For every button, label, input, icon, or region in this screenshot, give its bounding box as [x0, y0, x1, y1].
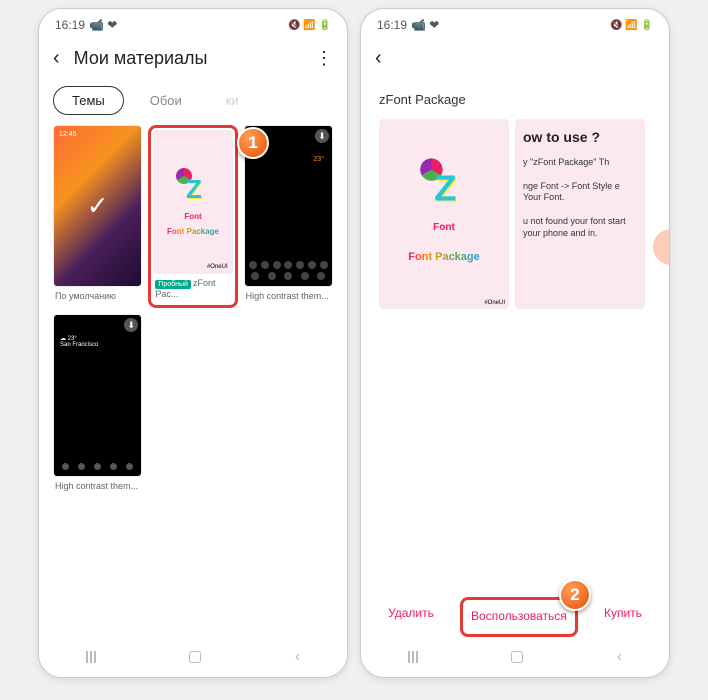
check-icon: ✓ [87, 191, 109, 222]
menu-icon[interactable]: ⋮ [315, 48, 333, 69]
tabs: Темы Обои ки [39, 82, 347, 125]
nav-back-icon[interactable]: ‹ [295, 648, 300, 666]
nav-home-icon[interactable] [511, 651, 523, 663]
tab-wallpapers[interactable]: Обои [132, 87, 200, 114]
status-right-icons: 🔇 📶 🔋 [610, 20, 653, 31]
use-button[interactable]: Воспользоваться [460, 597, 578, 637]
nav-bar: ‹ [361, 643, 669, 671]
status-right-icons: 🔇 📶 🔋 [288, 20, 331, 31]
bottom-actions: Удалить Воспользоваться Купить [361, 597, 669, 637]
tab-themes[interactable]: Темы [53, 86, 124, 115]
back-icon[interactable]: ‹ [375, 47, 382, 70]
callout-1: 1 [237, 127, 269, 159]
status-time: 16:19 [55, 18, 85, 32]
download-icon[interactable]: ⬇ [315, 129, 329, 143]
card1-t1: Font [433, 222, 455, 233]
status-time: 16:19 [377, 18, 407, 32]
status-app-icons: 📹 ❤ [411, 18, 439, 32]
trial-badge: Пробный [155, 280, 191, 289]
status-app-icons: 📹 ❤ [89, 18, 117, 32]
theme-label: ПробныйzFont Pac... [153, 274, 232, 303]
zfont-brand: #OneUI [207, 264, 228, 270]
detail-title: zFont Package [361, 82, 669, 111]
zfont-logo-icon [174, 168, 212, 206]
zfont-t2: Font Package [167, 227, 219, 236]
detail-previews[interactable]: Font Font Package #OneUI ow to use ? y "… [361, 111, 669, 309]
theme-zfont-highlighted[interactable]: Font Font Package #OneUI ПробныйzFont Pa… [148, 125, 237, 308]
nav-home-icon[interactable] [189, 651, 201, 663]
theme-label: По умолчанию [53, 287, 142, 305]
buy-button[interactable]: Купить [596, 597, 650, 637]
nav-back-icon[interactable]: ‹ [617, 648, 622, 666]
page-title: Мои материалы [74, 48, 301, 69]
howto-line: u not found your font start your phone a… [523, 216, 637, 239]
tab-icons[interactable]: ки [208, 87, 257, 114]
card1-t2: Font Package [408, 251, 480, 263]
preview-card-1: Font Font Package #OneUI [379, 119, 509, 309]
howto-line: y "zFont Package" Th [523, 157, 609, 169]
callout-2: 2 [559, 579, 591, 611]
download-icon[interactable]: ⬇ [124, 318, 138, 332]
theme-label: High contrast them... [244, 287, 333, 305]
nav-recent-icon[interactable] [408, 651, 418, 663]
zfont-logo-icon [417, 158, 470, 211]
nav-bar: ‹ [39, 643, 347, 671]
theme-label: High contrast them... [53, 477, 142, 495]
themes-grid: 12:45 ✓ По умолчанию Font Font Package #… [39, 125, 347, 495]
header: ‹ Мои материалы ⋮ [39, 35, 347, 82]
preview-card-2: ow to use ? y "zFont Package" Th nge Fon… [515, 119, 645, 309]
phone-left: 1 16:19 📹 ❤ 🔇 📶 🔋 ‹ Мои материалы ⋮ Темы… [38, 8, 348, 678]
theme-highcontrast-2[interactable]: ⬇ ☁ 23°San Francisco High contrast them.… [53, 314, 142, 494]
delete-button[interactable]: Удалить [380, 597, 442, 637]
howto-line: nge Font -> Font Style e Your Font. [523, 181, 637, 204]
howto-title: ow to use ? [523, 129, 600, 145]
phone-right: 2 16:19 📹 ❤ 🔇 📶 🔋 ‹ zFont Package Font F… [360, 8, 670, 678]
card1-brand: #OneUI [484, 300, 505, 306]
nav-recent-icon[interactable] [86, 651, 96, 663]
header: ‹ [361, 35, 669, 82]
zfont-t1: Font [184, 212, 201, 221]
thumb-time: 12:45 [59, 131, 77, 138]
theme-default[interactable]: 12:45 ✓ По умолчанию [53, 125, 142, 308]
back-icon[interactable]: ‹ [53, 47, 60, 70]
status-bar: 16:19 📹 ❤ 🔇 📶 🔋 [39, 9, 347, 35]
status-bar: 16:19 📹 ❤ 🔇 📶 🔋 [361, 9, 669, 35]
